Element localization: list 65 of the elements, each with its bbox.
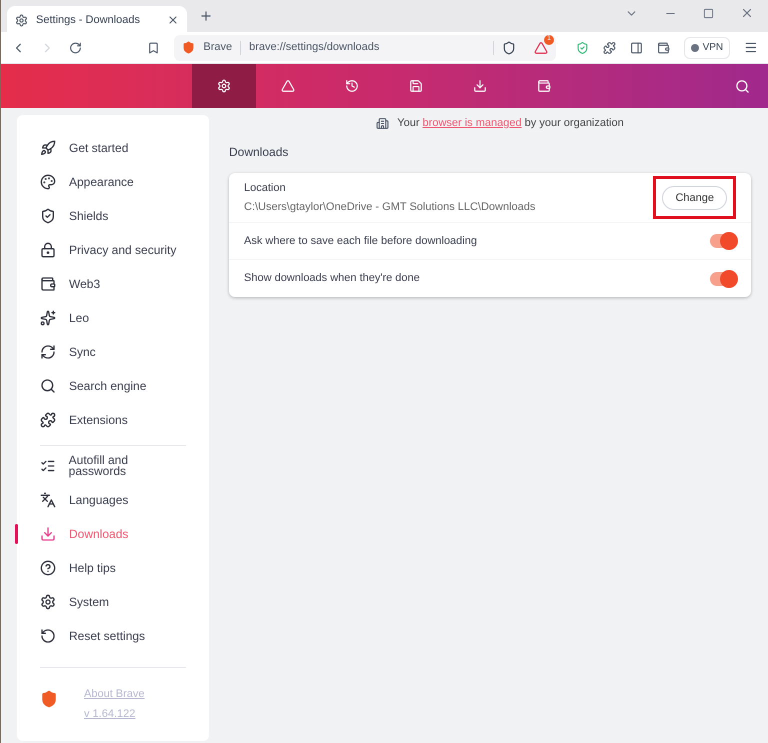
- close-icon[interactable]: [740, 6, 754, 20]
- close-icon[interactable]: [167, 14, 179, 26]
- triangle-icon: [281, 79, 295, 93]
- sidebar-item[interactable]: Extensions: [15, 403, 186, 437]
- header-tab[interactable]: [192, 64, 256, 108]
- sidebar-item[interactable]: Get started: [15, 131, 186, 165]
- sidebar-item[interactable]: Search engine: [15, 369, 186, 403]
- section-title: Downloads: [229, 144, 290, 161]
- managed-notice: Your browser is managed by your organization: [397, 116, 624, 131]
- url-text: brave://settings/downloads: [249, 40, 380, 56]
- sidebar-item[interactable]: Languages: [15, 483, 186, 517]
- maximize-icon[interactable]: [703, 8, 714, 18]
- search-icon[interactable]: [735, 78, 750, 94]
- location-path: C:\Users\gtaylor\OneDrive - GMT Solutions LLC\Downloads: [244, 200, 536, 214]
- vpn-button[interactable]: VPN: [684, 36, 730, 58]
- puzzle-icon: [40, 412, 56, 428]
- sidebar-item[interactable]: Reset settings: [15, 619, 186, 653]
- sidebar-item[interactable]: Web3: [15, 267, 186, 301]
- sidebar-item[interactable]: Shields: [15, 199, 186, 233]
- download-icon: [473, 79, 487, 93]
- toggle-switch[interactable]: [710, 234, 736, 248]
- building-icon: [376, 116, 390, 130]
- setting-label: Ask where to save each file before downloading: [244, 234, 478, 249]
- languages-icon: [40, 492, 56, 508]
- reset-icon: [40, 628, 56, 644]
- gear-icon: [15, 14, 28, 26]
- save-icon: [409, 79, 423, 93]
- lock-icon: [40, 242, 56, 258]
- reload-icon[interactable]: [68, 40, 82, 54]
- triangle-icon[interactable]: [534, 40, 548, 54]
- sidebar-item[interactable]: Help tips: [15, 551, 186, 585]
- new-tab-icon[interactable]: [199, 9, 213, 23]
- browser-tab[interactable]: Settings - Downloads: [7, 6, 187, 34]
- sidebar-item[interactable]: Privacy and security: [15, 233, 186, 267]
- palette-icon: [40, 174, 56, 190]
- rocket-icon: [40, 140, 56, 156]
- tab-title: Settings - Downloads: [36, 12, 141, 28]
- sidebar-item[interactable]: Appearance: [15, 165, 186, 199]
- sidebar-item[interactable]: System: [15, 585, 186, 619]
- change-button[interactable]: Change: [662, 186, 727, 210]
- sparkle-icon: [40, 310, 56, 326]
- menu-icon[interactable]: [744, 40, 758, 55]
- wallet-icon: [537, 79, 551, 93]
- puzzle-icon[interactable]: [602, 40, 616, 54]
- download-icon: [40, 526, 56, 542]
- sync-icon: [40, 344, 56, 360]
- shield-icon: [40, 208, 56, 224]
- search-icon: [40, 378, 56, 394]
- bookmark-icon[interactable]: [147, 40, 160, 54]
- help-icon: [40, 560, 56, 576]
- checklist-icon: [40, 458, 56, 474]
- setting-label: Show downloads when they're done: [244, 271, 421, 286]
- sidebar-icon[interactable]: [630, 40, 643, 54]
- history-icon: [345, 79, 359, 93]
- location-label: Location: [244, 181, 287, 196]
- site-name: Brave: [203, 40, 232, 56]
- shield-icon[interactable]: [576, 40, 589, 54]
- toggle-switch[interactable]: [710, 272, 736, 286]
- sidebar-item[interactable]: Sync: [15, 335, 186, 369]
- wallet-icon[interactable]: [656, 40, 670, 54]
- sidebar-item[interactable]: Autofill and passwords: [15, 449, 186, 483]
- sidebar-item[interactable]: Leo: [15, 301, 186, 335]
- gear-icon: [40, 594, 56, 610]
- gear-icon: [217, 79, 231, 93]
- wallet-icon: [40, 276, 56, 292]
